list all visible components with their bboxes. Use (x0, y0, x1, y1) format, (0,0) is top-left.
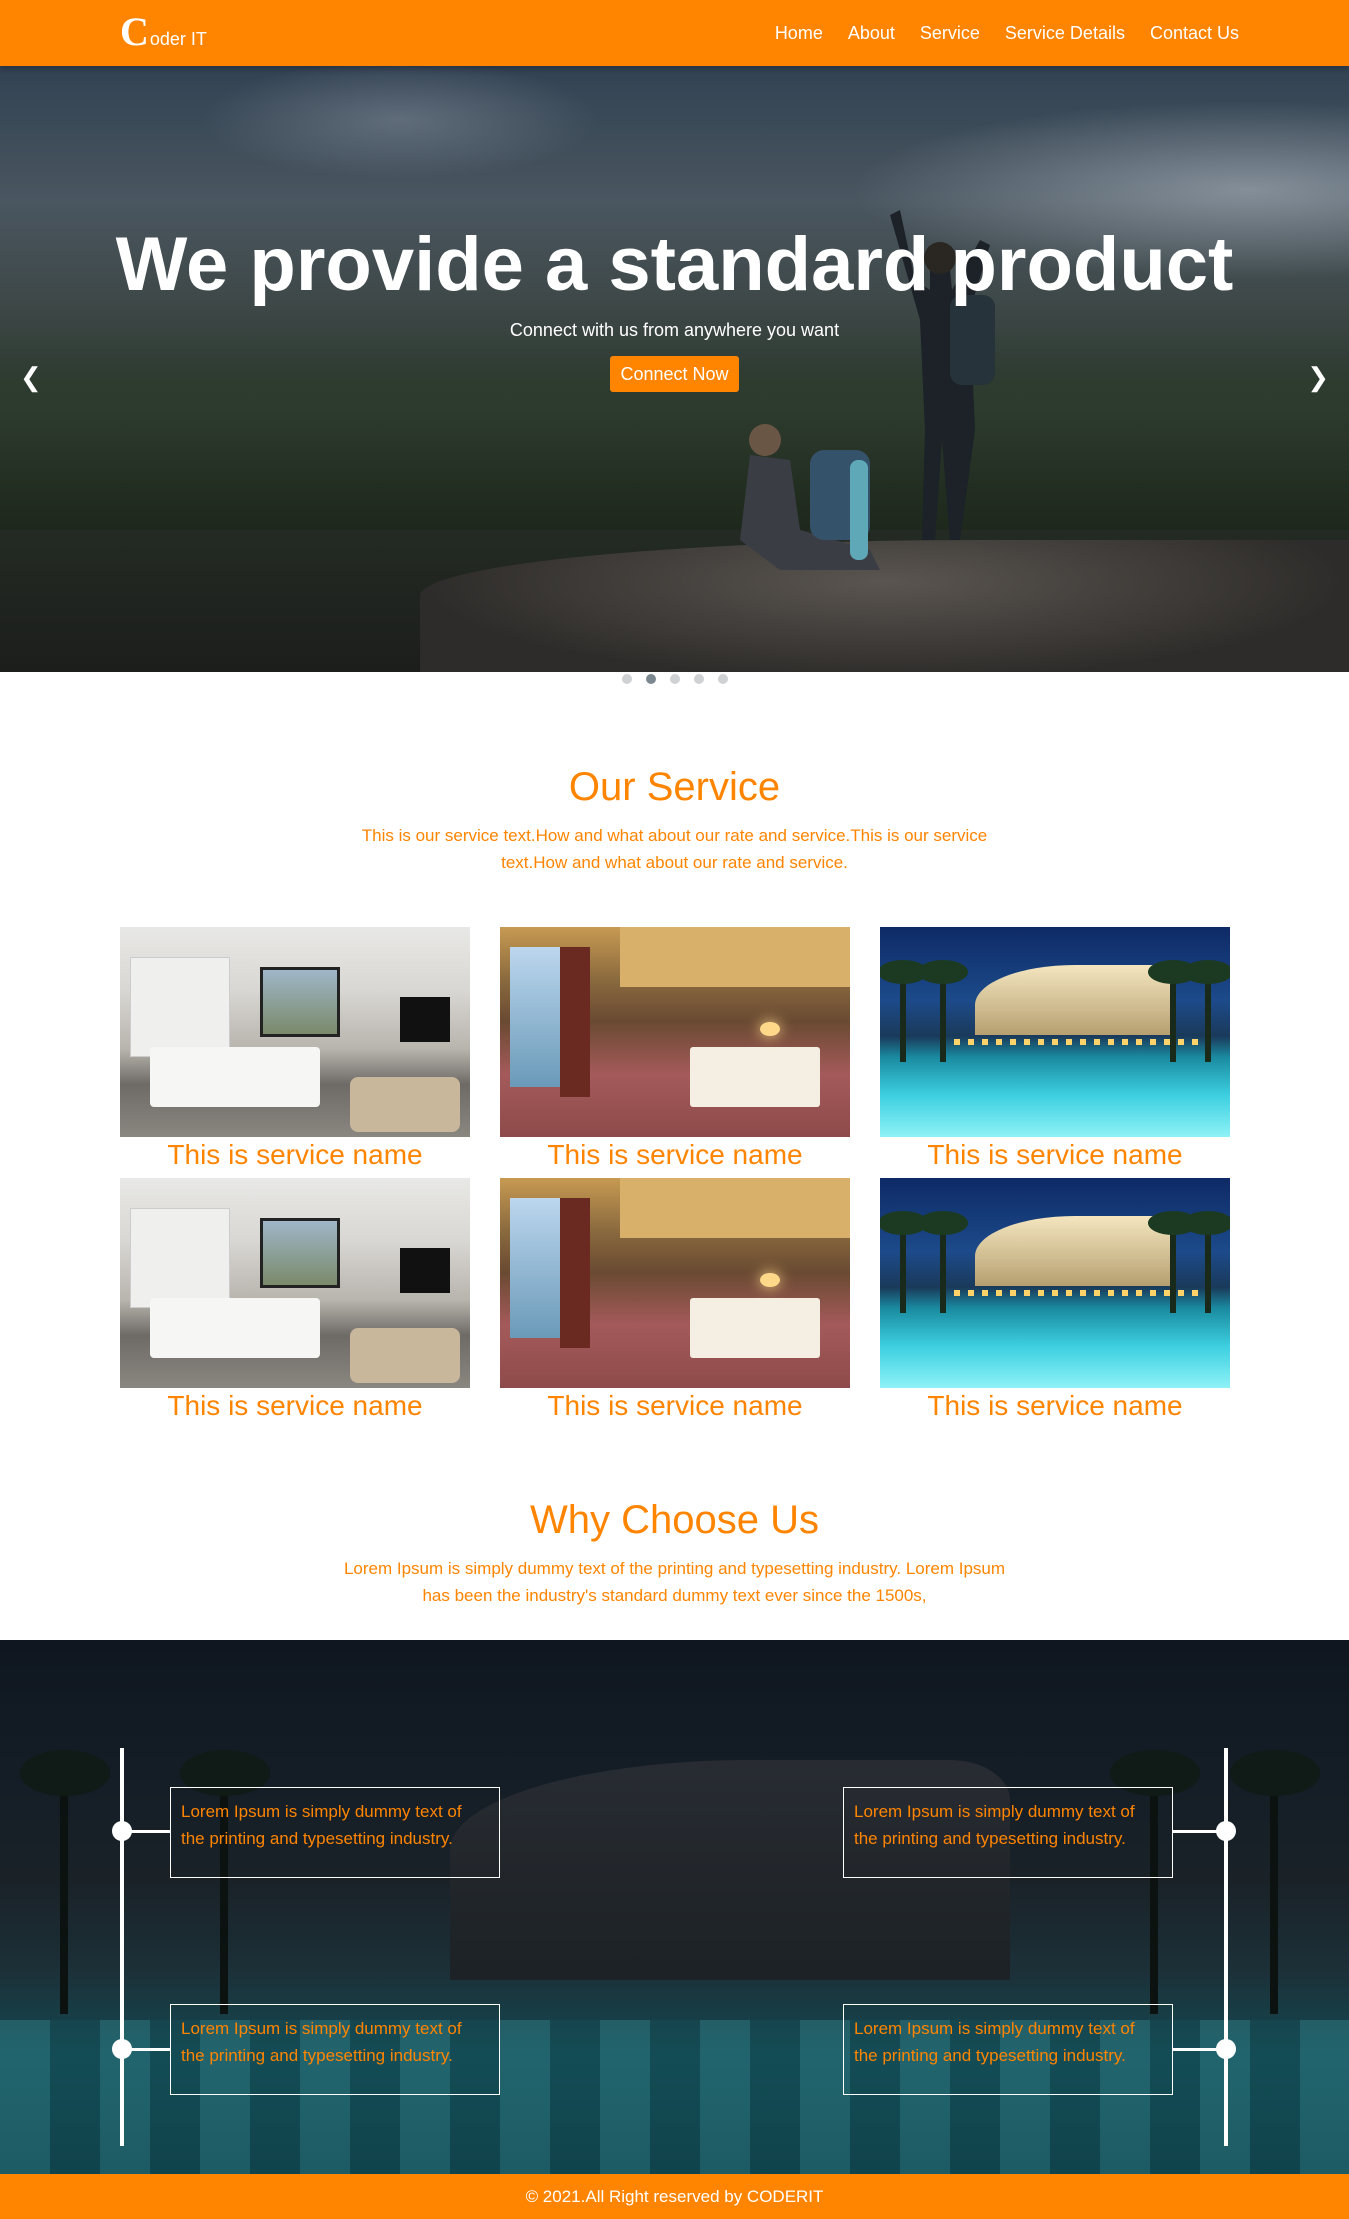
service-image-modern-room (120, 1178, 470, 1388)
hero-title: We provide a standard product (115, 222, 1234, 307)
carousel-dot[interactable] (669, 674, 680, 684)
timeline-connector (1173, 2048, 1218, 2051)
carousel-prev-icon[interactable]: ❮ (20, 362, 42, 393)
footer: © 2021.All Right reserved by CODERIT (0, 2174, 1349, 2219)
carousel-indicators (0, 674, 1349, 684)
service-title: Our Service (568, 765, 781, 809)
hero-cloud (200, 60, 600, 180)
footer-copyright: © 2021.All Right reserved by CODERIT (525, 2187, 824, 2206)
timeline-node (112, 2039, 132, 2059)
service-card[interactable]: This is service name (500, 1178, 850, 1424)
why-item: Lorem Ipsum is simply dummy text of the … (170, 2004, 500, 2095)
hero-sitting-figure (740, 424, 880, 570)
why-item: Lorem Ipsum is simply dummy text of the … (843, 2004, 1173, 2095)
service-name: This is service name (927, 1139, 1183, 1170)
service-name: This is service name (167, 1390, 423, 1421)
service-name: This is service name (547, 1139, 803, 1170)
nav-link-about[interactable]: About (848, 23, 895, 44)
service-image-warm-room (500, 1178, 850, 1388)
why-item: Lorem Ipsum is simply dummy text of the … (843, 1787, 1173, 1878)
service-card[interactable]: This is service name (500, 927, 850, 1173)
service-card[interactable]: This is service name (880, 927, 1230, 1173)
timeline-connector (1173, 1830, 1218, 1833)
nav-link-home[interactable]: Home (775, 23, 823, 44)
brand-logo[interactable]: C oder IT (120, 12, 207, 52)
timeline-line-right (1224, 1748, 1228, 2146)
hero-subtitle: Connect with us from anywhere you want (509, 320, 840, 340)
navbar: C oder IT Home About Service Service Det… (0, 0, 1349, 66)
connect-now-button[interactable]: Connect Now (610, 356, 739, 392)
service-image-modern-room (120, 927, 470, 1137)
carousel-dot-active[interactable] (645, 674, 656, 684)
carousel-dot[interactable] (621, 674, 632, 684)
carousel-dot[interactable] (693, 674, 704, 684)
service-name: This is service name (167, 1139, 423, 1170)
timeline-connector (130, 2048, 170, 2051)
nav-link-contact-us[interactable]: Contact Us (1150, 23, 1239, 44)
timeline-node (112, 1821, 132, 1841)
nav-link-service-details[interactable]: Service Details (1005, 23, 1125, 44)
nav-menu: Home About Service Service Details Conta… (775, 0, 1239, 66)
timeline-node (1216, 2039, 1236, 2059)
brand-name: oder IT (149, 29, 207, 49)
timeline-line-left (120, 1748, 124, 2146)
service-description: This is our service text.How and what ab… (361, 826, 988, 872)
service-name: This is service name (927, 1390, 1183, 1421)
carousel-next-icon[interactable]: ❯ (1307, 362, 1329, 393)
service-card[interactable]: This is service name (880, 1178, 1230, 1424)
why-item: Lorem Ipsum is simply dummy text of the … (170, 1787, 500, 1878)
carousel-dot[interactable] (717, 674, 728, 684)
why-description: Lorem Ipsum is simply dummy text of the … (343, 1559, 1006, 1605)
service-card[interactable]: This is service name (120, 1178, 470, 1424)
brand-initial: C (120, 9, 149, 54)
service-image-resort-pool (880, 1178, 1230, 1388)
service-name: This is service name (547, 1390, 803, 1421)
timeline-node (1216, 1821, 1236, 1841)
service-image-warm-room (500, 927, 850, 1137)
nav-link-service[interactable]: Service (920, 23, 980, 44)
hero-carousel: We provide a standard product Connect wi… (0, 0, 1349, 672)
why-title: Why Choose Us (530, 1498, 819, 1542)
timeline-connector (130, 1830, 170, 1833)
service-card[interactable]: This is service name (120, 927, 470, 1173)
service-image-resort-pool (880, 927, 1230, 1137)
